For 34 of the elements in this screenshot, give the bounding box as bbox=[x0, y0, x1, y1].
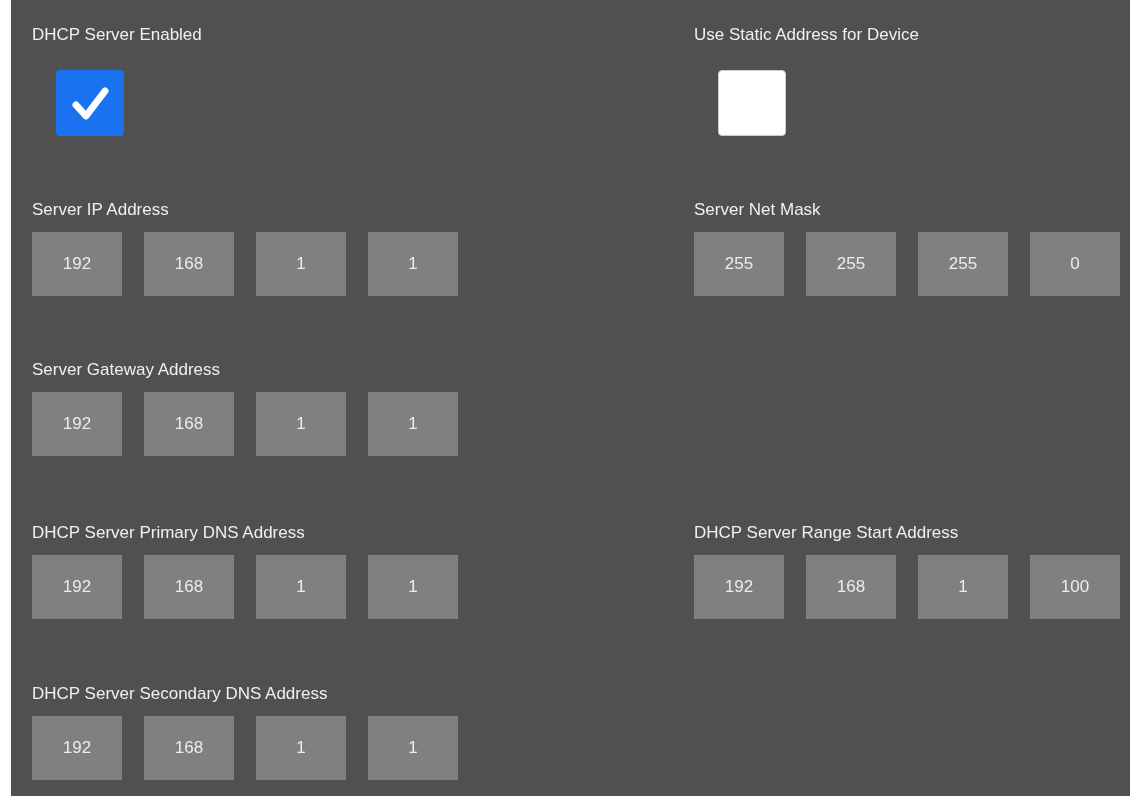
checkbox[interactable] bbox=[718, 70, 786, 136]
octet-field[interactable]: 0 bbox=[1030, 232, 1120, 296]
octet-field[interactable]: 255 bbox=[918, 232, 1008, 296]
octet-field[interactable]: 168 bbox=[144, 716, 234, 780]
octet-field[interactable]: 192 bbox=[32, 555, 122, 619]
octet-field[interactable]: 1 bbox=[256, 232, 346, 296]
octet-field[interactable]: 255 bbox=[806, 232, 896, 296]
field-label: DHCP Server Primary DNS Address bbox=[32, 523, 306, 543]
checkbox[interactable] bbox=[56, 70, 124, 136]
field-label: DHCP Server Enabled bbox=[32, 25, 203, 45]
field-label: DHCP Server Range Start Address bbox=[694, 523, 960, 543]
octet-field[interactable]: 168 bbox=[144, 555, 234, 619]
octet-field[interactable]: 1 bbox=[256, 716, 346, 780]
octet-field[interactable]: 168 bbox=[144, 232, 234, 296]
octet-field[interactable]: 1 bbox=[256, 555, 346, 619]
octet-field[interactable]: 168 bbox=[806, 555, 896, 619]
octet-field[interactable]: 1 bbox=[256, 392, 346, 456]
octet-field[interactable]: 1 bbox=[368, 555, 458, 619]
field-label: Server Gateway Address bbox=[32, 360, 222, 380]
octet-field[interactable]: 192 bbox=[32, 392, 122, 456]
octet-field[interactable]: 1 bbox=[368, 232, 458, 296]
octet-field[interactable]: 192 bbox=[694, 555, 784, 619]
octet-field[interactable]: 192 bbox=[32, 716, 122, 780]
octet-field[interactable]: 1 bbox=[368, 716, 458, 780]
octet-field[interactable]: 168 bbox=[144, 392, 234, 456]
field-label: Server Net Mask bbox=[694, 200, 822, 220]
octet-field[interactable]: 1 bbox=[368, 392, 458, 456]
field-label: DHCP Server Secondary DNS Address bbox=[32, 684, 329, 704]
octet-field[interactable]: 255 bbox=[694, 232, 784, 296]
field-label: Server IP Address bbox=[32, 200, 170, 220]
octet-field[interactable]: 192 bbox=[32, 232, 122, 296]
octet-field[interactable]: 100 bbox=[1030, 555, 1120, 619]
field-label: Use Static Address for Device bbox=[694, 25, 920, 45]
octet-field[interactable]: 1 bbox=[918, 555, 1008, 619]
